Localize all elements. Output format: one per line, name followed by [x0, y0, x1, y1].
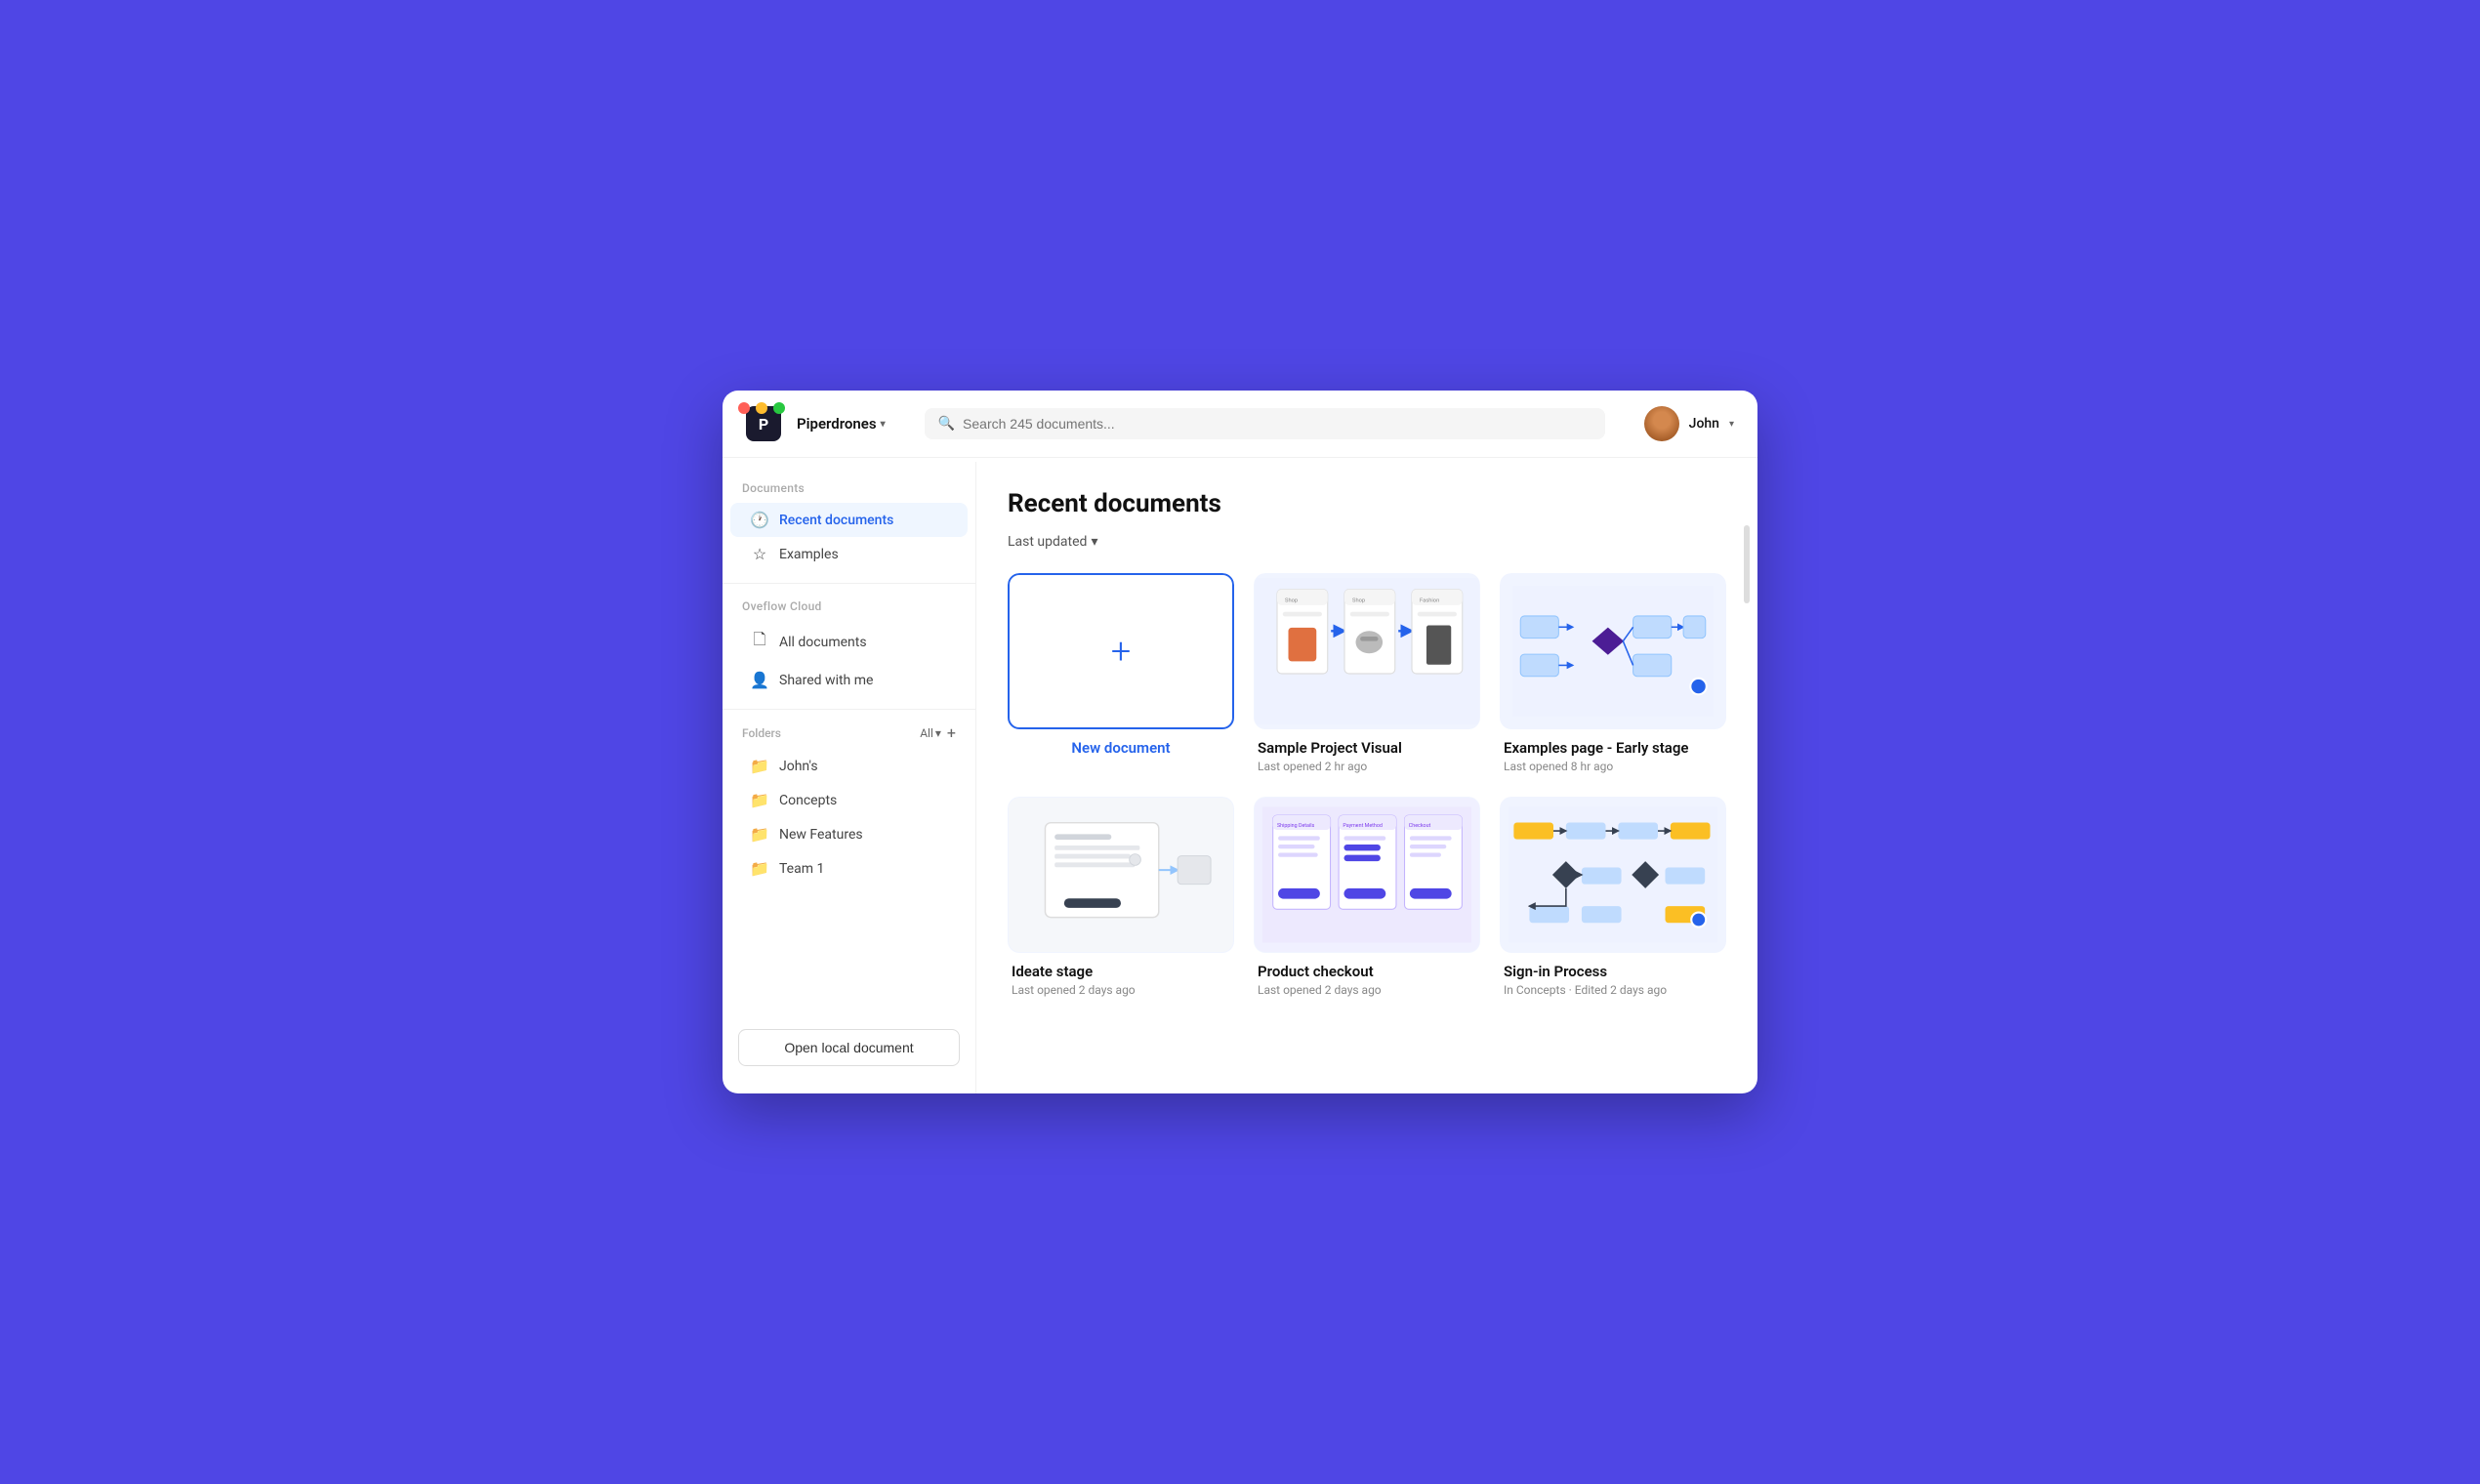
user-chevron-icon: ▾	[1729, 419, 1734, 430]
documents-section-label: Documents	[723, 477, 975, 503]
sidebar-item-examples[interactable]: ☆ Examples	[730, 537, 968, 571]
doc-card-sample-project[interactable]: Shop Shop	[1254, 573, 1480, 777]
filter-chevron-icon: ▾	[1091, 534, 1097, 550]
folders-controls: All ▾ +	[920, 725, 956, 741]
new-document-info: New document	[1008, 729, 1234, 763]
sidebar-concepts-label: Concepts	[779, 793, 837, 808]
svg-text:Checkout: Checkout	[1409, 823, 1431, 829]
folder-filter-button[interactable]: All ▾	[920, 726, 941, 740]
shared-icon: 👤	[750, 671, 769, 689]
sidebar-item-shared-with-me[interactable]: 👤 Shared with me	[730, 663, 968, 697]
new-document-title: New document	[1012, 739, 1230, 757]
doc-card-ideate[interactable]: Ideate stage Last opened 2 days ago	[1008, 797, 1234, 1001]
doc-card-signin[interactable]: Sign-in Process In Concepts · Edited 2 d…	[1500, 797, 1726, 1001]
header: P Piperdrones ▾ 🔍 John ▾	[723, 391, 1757, 458]
add-folder-button[interactable]: +	[947, 725, 956, 741]
sidebar-item-concepts[interactable]: 📁 Concepts	[730, 783, 968, 817]
sidebar: Documents 🕐 Recent documents ☆ Examples …	[723, 462, 976, 1093]
svg-text:Payment Method: Payment Method	[1343, 823, 1383, 829]
sidebar-item-team[interactable]: 📁 Team 1	[730, 851, 968, 886]
sidebar-examples-label: Examples	[779, 547, 839, 562]
sample-project-thumbnail: Shop Shop	[1254, 573, 1480, 729]
sidebar-divider-1	[723, 583, 975, 584]
sidebar-johns-label: John's	[779, 759, 818, 774]
svg-text:Fashion: Fashion	[1420, 598, 1439, 603]
search-icon: 🔍	[938, 416, 955, 432]
user-name: John	[1689, 416, 1719, 432]
documents-grid: + New document	[1008, 573, 1726, 1001]
content-area: Documents 🕐 Recent documents ☆ Examples …	[723, 458, 1757, 1093]
filter-row: Last updated ▾	[1008, 534, 1726, 550]
user-menu[interactable]: John ▾	[1644, 406, 1734, 441]
title-bar	[738, 402, 785, 414]
folders-label: Folders	[742, 726, 781, 740]
sidebar-team-label: Team 1	[779, 861, 824, 877]
folder-filter-chevron: ▾	[935, 726, 941, 740]
sidebar-item-recent-documents[interactable]: 🕐 Recent documents	[730, 503, 968, 537]
examples-early-info: Examples page - Early stage Last opened …	[1500, 729, 1726, 777]
signin-info: Sign-in Process In Concepts · Edited 2 d…	[1500, 953, 1726, 1001]
new-document-thumbnail: +	[1008, 573, 1234, 729]
close-button[interactable]	[738, 402, 750, 414]
sample-project-meta: Last opened 2 hr ago	[1258, 760, 1476, 773]
svg-text:Shipping Details: Shipping Details	[1277, 823, 1315, 829]
maximize-button[interactable]	[773, 402, 785, 414]
sidebar-item-all-documents[interactable]: 🗋 All documents	[730, 621, 968, 663]
examples-early-thumbnail	[1500, 573, 1726, 729]
scrollbar[interactable]	[1744, 525, 1750, 603]
examples-early-meta: Last opened 8 hr ago	[1504, 760, 1722, 773]
new-document-card[interactable]: + New document	[1008, 573, 1234, 777]
avatar	[1644, 406, 1679, 441]
ideate-title: Ideate stage	[1012, 963, 1230, 980]
folders-section-header: Folders All ▾ +	[723, 721, 975, 749]
doc-card-checkout[interactable]: Shipping Details Payment Method	[1254, 797, 1480, 1001]
doc-card-examples-early[interactable]: Examples page - Early stage Last opened …	[1500, 573, 1726, 777]
search-input[interactable]	[963, 416, 1591, 432]
checkout-title: Product checkout	[1258, 963, 1476, 980]
checkout-thumbnail: Shipping Details Payment Method	[1254, 797, 1480, 953]
sidebar-all-documents-label: All documents	[779, 635, 867, 650]
minimize-button[interactable]	[756, 402, 767, 414]
cloud-section-label: Oveflow Cloud	[723, 596, 975, 621]
main-content: Recent documents Last updated ▾ + New do…	[976, 462, 1757, 1093]
documents-icon: 🗋	[750, 629, 769, 655]
folder-icon: 📁	[750, 791, 769, 809]
sidebar-recent-documents-label: Recent documents	[779, 513, 893, 528]
signin-thumbnail	[1500, 797, 1726, 953]
folder-icon: 📁	[750, 859, 769, 878]
folder-icon: 📁	[750, 825, 769, 844]
sidebar-divider-2	[723, 709, 975, 710]
sample-project-info: Sample Project Visual Last opened 2 hr a…	[1254, 729, 1480, 777]
ideate-info: Ideate stage Last opened 2 days ago	[1008, 953, 1234, 1001]
svg-text:Shop: Shop	[1285, 598, 1298, 603]
workspace-name-button[interactable]: Piperdrones ▾	[797, 415, 886, 433]
sidebar-item-new-features[interactable]: 📁 New Features	[730, 817, 968, 851]
examples-early-title: Examples page - Early stage	[1504, 739, 1722, 757]
sample-project-title: Sample Project Visual	[1258, 739, 1476, 757]
ideate-thumbnail	[1008, 797, 1234, 953]
sidebar-shared-label: Shared with me	[779, 673, 873, 688]
checkout-meta: Last opened 2 days ago	[1258, 983, 1476, 997]
signin-title: Sign-in Process	[1504, 963, 1722, 980]
sidebar-item-johns[interactable]: 📁 John's	[730, 749, 968, 783]
ideate-meta: Last opened 2 days ago	[1012, 983, 1230, 997]
signin-meta: In Concepts · Edited 2 days ago	[1504, 983, 1722, 997]
clock-icon: 🕐	[750, 511, 769, 529]
plus-icon: +	[1111, 634, 1131, 669]
page-title: Recent documents	[1008, 489, 1726, 518]
open-local-button[interactable]: Open local document	[738, 1029, 960, 1066]
app-window: P Piperdrones ▾ 🔍 John ▾ Documents 🕐 Rec…	[723, 391, 1757, 1093]
svg-text:Shop: Shop	[1352, 598, 1365, 603]
filter-label-button[interactable]: Last updated ▾	[1008, 534, 1097, 550]
checkout-info: Product checkout Last opened 2 days ago	[1254, 953, 1480, 1001]
star-icon: ☆	[750, 545, 769, 563]
search-bar[interactable]: 🔍	[925, 408, 1605, 439]
chevron-down-icon: ▾	[881, 419, 886, 430]
sidebar-new-features-label: New Features	[779, 827, 863, 843]
folder-icon: 📁	[750, 757, 769, 775]
